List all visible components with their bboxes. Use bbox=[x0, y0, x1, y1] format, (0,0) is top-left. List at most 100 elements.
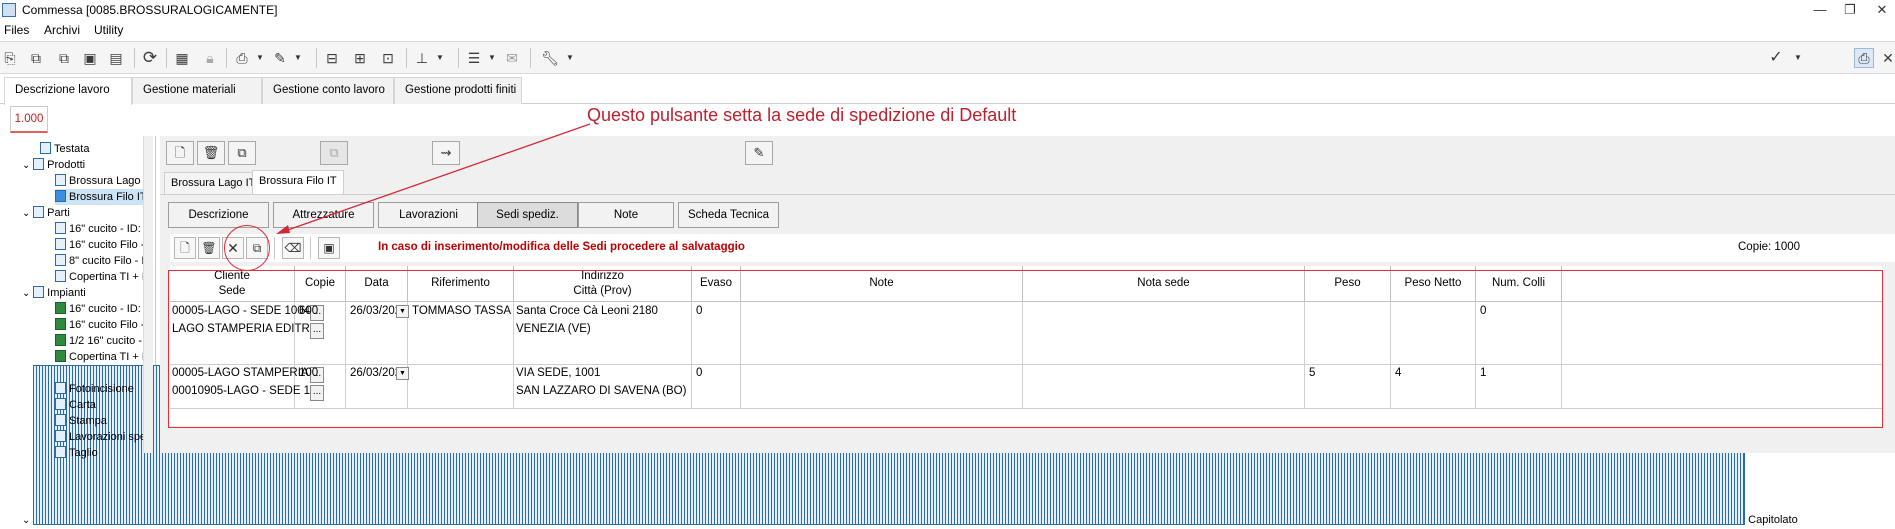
restore-icon[interactable]: ❐ bbox=[1840, 2, 1860, 18]
document-view-icon[interactable]: ⊟ bbox=[322, 48, 342, 68]
save-as-icon[interactable]: ▤ bbox=[106, 48, 126, 68]
tree-node-icon bbox=[55, 414, 66, 426]
new-sede-button[interactable]: 🗋︎ bbox=[174, 237, 196, 259]
duplicate-icon[interactable]: ⧉ bbox=[54, 48, 74, 68]
tree-item-label: Carta bbox=[69, 399, 96, 411]
minimize-icon[interactable]: — bbox=[1810, 2, 1830, 17]
tree-item[interactable]: 1/2 16" cucito - bbox=[55, 333, 142, 349]
check-icon[interactable]: ✓ bbox=[1766, 48, 1786, 68]
copy-doc-icon[interactable]: ⧉ bbox=[26, 48, 46, 68]
stamp-dropdown-icon[interactable]: ▼ bbox=[436, 53, 444, 62]
tree-item[interactable]: Brossura Lago I bbox=[55, 173, 147, 189]
tree-item[interactable]: 8" cucito Filo - I bbox=[55, 253, 144, 269]
tree-item[interactable]: Copertina TI + E bbox=[55, 269, 149, 285]
tree-toggle-icon[interactable]: ⌄ bbox=[22, 288, 33, 299]
edit-dropdown-icon[interactable]: ▼ bbox=[294, 53, 302, 62]
tab-gestione-prodotti-finiti[interactable]: Gestione prodotti finiti bbox=[394, 77, 522, 104]
close-window-icon[interactable]: ✕ bbox=[1872, 2, 1892, 18]
stamp-icon[interactable]: ⊥ bbox=[412, 48, 432, 68]
tree-item[interactable]: Carta bbox=[55, 397, 96, 413]
tree-item[interactable]: Stampa bbox=[55, 413, 107, 429]
tree-item-label: 16" cucito - ID: bbox=[69, 303, 141, 315]
tree-item[interactable]: Taglio bbox=[55, 445, 98, 461]
tree-item[interactable]: Brossura Filo IT bbox=[55, 189, 147, 205]
tree-item[interactable]: Fotoincisione bbox=[55, 381, 134, 397]
tree-node-icon bbox=[33, 206, 45, 218]
tree-item[interactable]: ⌄ Prodotti bbox=[22, 157, 85, 173]
document-link-icon[interactable]: ⊞ bbox=[350, 48, 370, 68]
tree-node-icon bbox=[55, 446, 66, 458]
sedi-action-strip: 🗋︎ 🗑︎ ✕ ⧉ ⌫ ▣ In caso di inserimento/mod… bbox=[170, 234, 1895, 262]
tree-item[interactable]: ⌄ Parti bbox=[22, 205, 70, 221]
note-button[interactable]: Note bbox=[578, 202, 674, 228]
delete-sede-button[interactable]: 🗑︎ bbox=[198, 237, 220, 259]
tree-item-label: Capitolato bbox=[1748, 514, 1798, 526]
tab-descrizione-lavoro[interactable]: Descrizione lavoro bbox=[4, 77, 132, 105]
tree-item[interactable]: Copertina TI + E bbox=[55, 349, 149, 365]
tree-item[interactable]: 16" cucito Filo - bbox=[55, 237, 144, 253]
tree-toggle-icon[interactable]: ⌄ bbox=[22, 160, 33, 171]
tab-gestione-materiali[interactable]: Gestione materiali bbox=[132, 77, 262, 104]
version-tab[interactable]: 1.000 bbox=[10, 106, 48, 133]
tree-item-label: Copertina TI + E bbox=[69, 351, 150, 363]
print-preview-icon[interactable]: ⎙ bbox=[1854, 48, 1874, 68]
structure-tree: Testata ⌄ Prodotti Brossura Lago I Brossura… bbox=[0, 136, 1798, 526]
list-dropdown-icon[interactable]: ▼ bbox=[488, 53, 496, 62]
tree-item-label: 16" cucito Filo - bbox=[69, 319, 145, 331]
tab-brossura-lago[interactable]: Brossura Lago IT bbox=[164, 172, 263, 194]
save-icon[interactable]: ▣ bbox=[80, 48, 100, 68]
toolbar-close-icon[interactable]: ✕ bbox=[1878, 48, 1895, 68]
tree-item[interactable]: 16" cucito Filo - bbox=[55, 317, 144, 333]
main-toolbar: ⎘ ⧉ ⧉ ▣ ▤ ⟳ ▦ 🔒︎ ⎙ ▼ ✎ ▼ ⊟ ⊞ ⊡ ⊥ ▼ ☰ ▼ ✉… bbox=[0, 41, 1895, 74]
window-title: Commessa [0085.BROSSURALOGICAMENTE] bbox=[22, 3, 278, 17]
tree-item[interactable]: 16" cucito - ID: bbox=[55, 221, 141, 237]
descrizione-button[interactable]: Descrizione bbox=[168, 202, 269, 228]
lock-icon[interactable]: 🔒︎ bbox=[200, 48, 220, 68]
new-product-button[interactable]: 🗋︎ bbox=[166, 141, 194, 165]
tree-item-label: Brossura Filo IT bbox=[69, 191, 147, 203]
tree-node-icon bbox=[55, 350, 66, 362]
tree-item[interactable]: ⌄ Impianti bbox=[22, 285, 86, 301]
tree-node-icon bbox=[55, 382, 66, 394]
tree-scrollbar[interactable] bbox=[143, 136, 153, 453]
delete-product-button[interactable]: 🗑︎ bbox=[197, 141, 225, 165]
print-dropdown-icon[interactable]: ▼ bbox=[256, 53, 264, 62]
new-copy-icon[interactable]: ⎘ bbox=[0, 48, 20, 68]
menu-archivi[interactable]: Archivi bbox=[44, 23, 80, 37]
mail-icon[interactable]: ✉ bbox=[502, 48, 522, 68]
edit-doc-icon[interactable]: ✎ bbox=[270, 48, 290, 68]
tree-item-label: Testata bbox=[54, 143, 90, 155]
document-next-icon[interactable]: ⊡ bbox=[378, 48, 398, 68]
tree-toggle-icon[interactable]: ⌄ bbox=[22, 208, 33, 219]
refresh-icon[interactable]: ⟳ bbox=[140, 48, 160, 68]
print-icon[interactable]: ⎙ bbox=[232, 48, 252, 68]
save-sedi-button[interactable]: ▣ bbox=[318, 237, 340, 259]
check-dropdown-icon[interactable]: ▼ bbox=[1794, 53, 1802, 62]
annotation-circle bbox=[224, 225, 270, 271]
tree-item-label: Stampa bbox=[69, 415, 107, 427]
tree-node-icon bbox=[55, 174, 66, 186]
tree-item[interactable]: 16" cucito - ID: bbox=[55, 301, 141, 317]
attrezzature-button[interactable]: Attrezzature bbox=[273, 202, 374, 228]
tab-gestione-conto-lavoro[interactable]: Gestione conto lavoro bbox=[262, 77, 394, 104]
menu-files[interactable]: Files bbox=[4, 23, 29, 37]
wrench-icon[interactable]: 🔧︎ bbox=[540, 48, 560, 68]
tab-brossura-filo[interactable]: Brossura Filo IT bbox=[252, 170, 344, 194]
wrench-dropdown-icon[interactable]: ▼ bbox=[566, 53, 574, 62]
menu-utility[interactable]: Utility bbox=[94, 23, 123, 37]
edit-product-button[interactable]: ✎ bbox=[745, 141, 773, 165]
tree-item-label: Copertina TI + E bbox=[69, 271, 150, 283]
run-button[interactable]: ⇝ bbox=[432, 141, 460, 165]
scheda-tecnica-button[interactable]: Scheda Tecnica bbox=[678, 202, 779, 228]
calculator-icon[interactable]: ▦ bbox=[172, 48, 192, 68]
tree-toggle-icon[interactable]: ⌄ bbox=[22, 515, 33, 526]
sedi-spediz-button[interactable]: Sedi spediz. bbox=[477, 202, 578, 228]
tree-item[interactable]: Testata bbox=[40, 141, 89, 157]
eraser-icon[interactable]: ⌫ bbox=[282, 237, 304, 259]
copy-product-button[interactable]: ⧉ bbox=[228, 141, 256, 165]
tree-item[interactable]: Lavorazioni spe bbox=[55, 429, 146, 445]
tree-node-icon bbox=[55, 302, 66, 314]
lavorazioni-button[interactable]: Lavorazioni bbox=[378, 202, 479, 228]
list-icon[interactable]: ☰ bbox=[464, 48, 484, 68]
paste-product-button[interactable]: ⧉ bbox=[320, 141, 348, 165]
